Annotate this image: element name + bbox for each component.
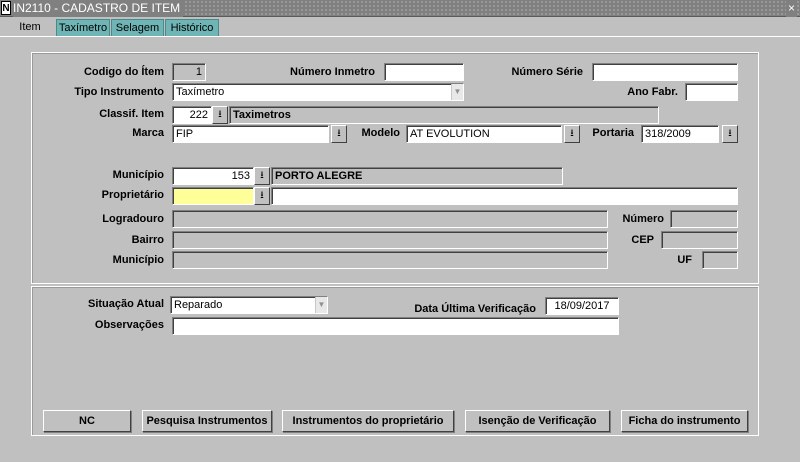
classif-item-description: Taximetros (229, 106, 659, 124)
situacao-atual-label: Situação Atual (88, 298, 164, 310)
logradouro-field (172, 210, 608, 228)
situacao-atual-select[interactable]: Reparado ▼ (170, 296, 328, 314)
tipo-instrumento-value: Taxímetro (176, 86, 225, 98)
chevron-down-icon[interactable]: ▼ (315, 297, 327, 313)
window-title: IN2110 - CADASTRO DE ITEM (13, 0, 184, 17)
download-arrow-icon[interactable]: ⭳ (254, 167, 270, 185)
modelo-label: Modelo (361, 127, 401, 139)
instrumentos-proprietario-button[interactable]: Instrumentos do proprietário (282, 410, 454, 432)
observacoes-field[interactable] (172, 317, 619, 335)
nc-button[interactable]: NC (43, 410, 131, 432)
tab-taximetro[interactable]: Taxímetro (56, 19, 110, 36)
isencao-verificacao-button[interactable]: Isenção de Verificação (465, 410, 610, 432)
download-arrow-icon[interactable]: ⭳ (331, 125, 347, 143)
bairro-field (172, 231, 608, 249)
numero-field (670, 210, 738, 228)
municipio-label: Município (112, 169, 164, 181)
bairro-label: Bairro (131, 234, 164, 246)
download-arrow-icon[interactable]: ⭳ (722, 125, 738, 143)
numero-serie-field[interactable] (592, 63, 738, 81)
modelo-field[interactable]: AT EVOLUTION (406, 125, 562, 143)
numero-serie-label: Número Série (511, 66, 583, 78)
classif-item-label: Classif. Item (99, 108, 164, 120)
codigo-item-field[interactable]: 1 (172, 63, 206, 81)
close-icon[interactable]: × (785, 0, 797, 17)
ano-fabr-label: Ano Fabr. (627, 86, 678, 98)
tipo-instrumento-select[interactable]: Taxímetro ▼ (172, 83, 464, 101)
pesquisa-instrumentos-button[interactable]: Pesquisa Instrumentos (142, 410, 272, 432)
chevron-down-icon[interactable]: ▼ (451, 84, 463, 100)
proprietario-name[interactable] (271, 187, 738, 205)
app-icon: N (1, 1, 11, 15)
uf-field (702, 251, 738, 269)
logradouro-label: Logradouro (102, 213, 164, 225)
tab-historico[interactable]: Histórico (165, 19, 219, 36)
data-ultima-verificacao-field[interactable]: 18/09/2017 (545, 297, 619, 315)
tab-item[interactable]: Item (6, 17, 54, 37)
numero-label: Número (622, 213, 664, 225)
portaria-label: Portaria (592, 127, 634, 139)
marca-label: Marca (132, 127, 164, 139)
numero-inmetro-label: Número Inmetro (290, 66, 375, 78)
download-arrow-icon[interactable]: ⭳ (212, 106, 228, 124)
download-arrow-icon[interactable]: ⭳ (564, 125, 580, 143)
tipo-instrumento-label: Tipo Instrumento (74, 86, 164, 98)
observacoes-label: Observações (94, 319, 164, 331)
portaria-field[interactable]: 318/2009 (641, 125, 719, 143)
situacao-atual-value: Reparado (174, 299, 223, 311)
cep-label: CEP (631, 234, 654, 246)
municipio-code[interactable]: 153 (172, 167, 254, 185)
proprietario-label: Proprietário (101, 189, 164, 201)
municipio-description: PORTO ALEGRE (271, 167, 563, 185)
municipio-endereco-field (172, 251, 608, 269)
ficha-instrumento-button[interactable]: Ficha do instrumento (621, 410, 748, 432)
classif-item-code[interactable]: 222 (172, 106, 212, 124)
data-ultima-verificacao-label: Data Última Verificação (414, 303, 536, 315)
numero-inmetro-field[interactable] (384, 63, 464, 81)
ano-fabr-field[interactable] (685, 83, 738, 101)
tab-selagem[interactable]: Selagem (111, 19, 164, 36)
uf-label: UF (677, 254, 692, 266)
download-arrow-icon[interactable]: ⭳ (254, 187, 270, 205)
cep-field (661, 231, 738, 249)
proprietario-code[interactable] (172, 187, 254, 205)
marca-field[interactable]: FIP (172, 125, 329, 143)
tab-divider (0, 36, 800, 37)
municipio-endereco-label: Município (112, 254, 164, 266)
codigo-item-label: Codigo do Ítem (83, 66, 164, 78)
